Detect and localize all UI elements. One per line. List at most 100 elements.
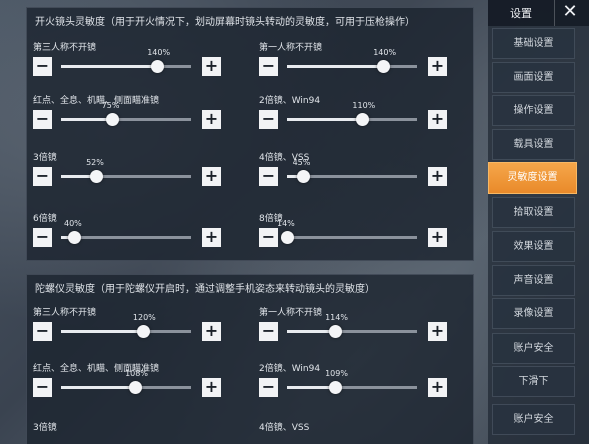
plus-button[interactable]: + [428,228,447,247]
minus-button[interactable]: − [33,57,52,76]
slider-thumb[interactable] [281,231,294,244]
sidebar-item-7[interactable]: 声音设置 [492,265,575,296]
fire-slider-6: 6倍镜 − 40% + [33,211,223,259]
fire-slider-5: 4倍镜、VSS −45% + [259,150,449,198]
slider-track[interactable] [61,113,191,126]
minus-button[interactable]: − [259,322,278,341]
sidebar-item-2[interactable]: 操作设置 [492,95,575,126]
plus-button[interactable]: + [428,110,447,129]
fire-slider-5-value: 45% [292,158,311,167]
slider-fill [287,330,336,333]
settings-title: 设置 [510,7,532,20]
sidebar-item-10[interactable]: 下滑下 [492,366,575,397]
sidebar-item-1[interactable]: 画面设置 [492,62,575,93]
gyro-slider-1: 第一人称不开镜 − 114% + [259,305,449,353]
plus-button[interactable]: + [202,228,221,247]
slider-track[interactable] [61,60,191,73]
slider-track[interactable] [61,325,191,338]
minus-button[interactable]: − [33,167,52,186]
plus-button[interactable]: + [428,57,447,76]
slider-fill [61,386,136,389]
gyro-slider-0: 第三人称不开镜 − 120% + [33,305,223,353]
fire-slider-7: 8倍镜 −14% + [259,211,449,259]
minus-button[interactable]: − [259,228,278,247]
minus-button[interactable]: − [259,167,278,186]
sidebar-item-6[interactable]: 效果设置 [492,231,575,262]
gyro-slider-3: 2倍镜、Win94 − 109% + [259,361,449,409]
slider-fill [61,330,143,333]
close-icon[interactable]: ✕ [554,0,585,26]
sidebar-item-9[interactable]: 账户安全 [492,333,575,364]
fire-slider-1-value: 140% [373,48,397,57]
plus-button[interactable]: + [202,322,221,341]
slider-thumb[interactable] [136,325,150,338]
slider-track[interactable] [287,113,417,126]
minus-button[interactable]: − [259,57,278,76]
slider-thumb[interactable] [329,381,343,394]
slider-track[interactable] [287,170,417,183]
slider-thumb[interactable] [356,113,370,126]
minus-button[interactable]: − [259,110,278,129]
plus-button[interactable]: + [428,167,447,186]
slider-fill [287,65,384,68]
gyro-slider-0-value: 120% [132,313,156,322]
gyro-sensitivity-panel: 陀螺仪灵敏度（用于陀螺仪开启时，通过调整手机姿态来转动镜头的灵敏度） [26,274,474,444]
plus-button[interactable]: + [202,110,221,129]
fire-slider-1: 第一人称不开镜 − 140% + [259,40,449,88]
gyro-3x-label: 3倍镜 [33,423,57,433]
fire-slider-2: 红点、全息、机瞄、侧面瞄准镜 − 75% + [33,93,223,141]
minus-button[interactable]: − [33,110,52,129]
slider-fill [287,386,336,389]
slider-track[interactable] [287,325,417,338]
fire-slider-4: 3倍镜 − 52% + [33,150,223,198]
slider-track[interactable] [61,170,191,183]
sidebar-item-3[interactable]: 载具设置 [492,129,575,160]
plus-button[interactable]: + [428,322,447,341]
minus-button[interactable]: − [33,378,52,397]
slider-track[interactable] [61,231,191,244]
gyro-slider-1-label: 第一人称不开镜 [259,308,323,318]
plus-button[interactable]: + [202,167,221,186]
slider-track[interactable] [61,381,191,394]
slider-thumb[interactable] [129,381,143,394]
fire-slider-6-value: 40% [64,219,82,228]
slider-thumb[interactable] [90,170,104,183]
fire-slider-6-label: 6倍镜 [33,214,57,224]
slider-thumb[interactable] [296,170,310,183]
slider-fill [61,118,112,121]
gyro-sensitivity-title: 陀螺仪灵敏度（用于陀螺仪开启时，通过调整手机姿态来转动镜头的灵敏度） [35,284,375,295]
slider-fill [61,65,158,68]
fire-slider-4-value: 52% [86,158,104,167]
slider-track[interactable] [281,231,417,244]
sidebar-header: 设置 ✕ [488,0,589,26]
fire-slider-7-value: 14% [277,219,295,228]
sidebar-item-8[interactable]: 录像设置 [492,298,575,329]
slider-thumb[interactable] [329,325,343,338]
sidebar-item-4[interactable]: 灵敏度设置 [488,162,577,194]
sidebar-item-11[interactable]: 账户安全 [492,404,575,435]
slider-thumb[interactable] [105,113,119,126]
fire-slider-3: 2倍镜、Win94 − 110% + [259,93,449,141]
plus-button[interactable]: + [202,378,221,397]
plus-button[interactable]: + [202,57,221,76]
fire-slider-1-label: 第一人称不开镜 [259,43,323,53]
minus-button[interactable]: − [259,378,278,397]
sidebar-item-5[interactable]: 拾取设置 [492,197,575,228]
gyro-slider-3-label: 2倍镜、Win94 [259,364,321,374]
gyro-slider-3-value: 109% [325,369,348,378]
fire-slider-0: 第三人称不开镜 − 140% + [33,40,223,88]
slider-track[interactable] [287,381,417,394]
slider-thumb[interactable] [68,231,81,244]
plus-button[interactable]: + [428,378,447,397]
minus-button[interactable]: − [33,322,52,341]
minus-button[interactable]: − [33,228,52,247]
gyro-slider-0-label: 第三人称不开镜 [33,308,97,318]
gyro-slider-2-value: 108% [125,369,148,378]
fire-slider-2-label: 红点、全息、机瞄、侧面瞄准镜 [33,96,160,106]
slider-thumb[interactable] [151,60,165,73]
slider-track[interactable] [287,60,417,73]
slider-thumb[interactable] [377,60,391,73]
sidebar-item-0[interactable]: 基础设置 [492,28,575,59]
fire-slider-2-value: 75% [101,101,120,110]
fire-slider-0-label: 第三人称不开镜 [33,43,97,53]
